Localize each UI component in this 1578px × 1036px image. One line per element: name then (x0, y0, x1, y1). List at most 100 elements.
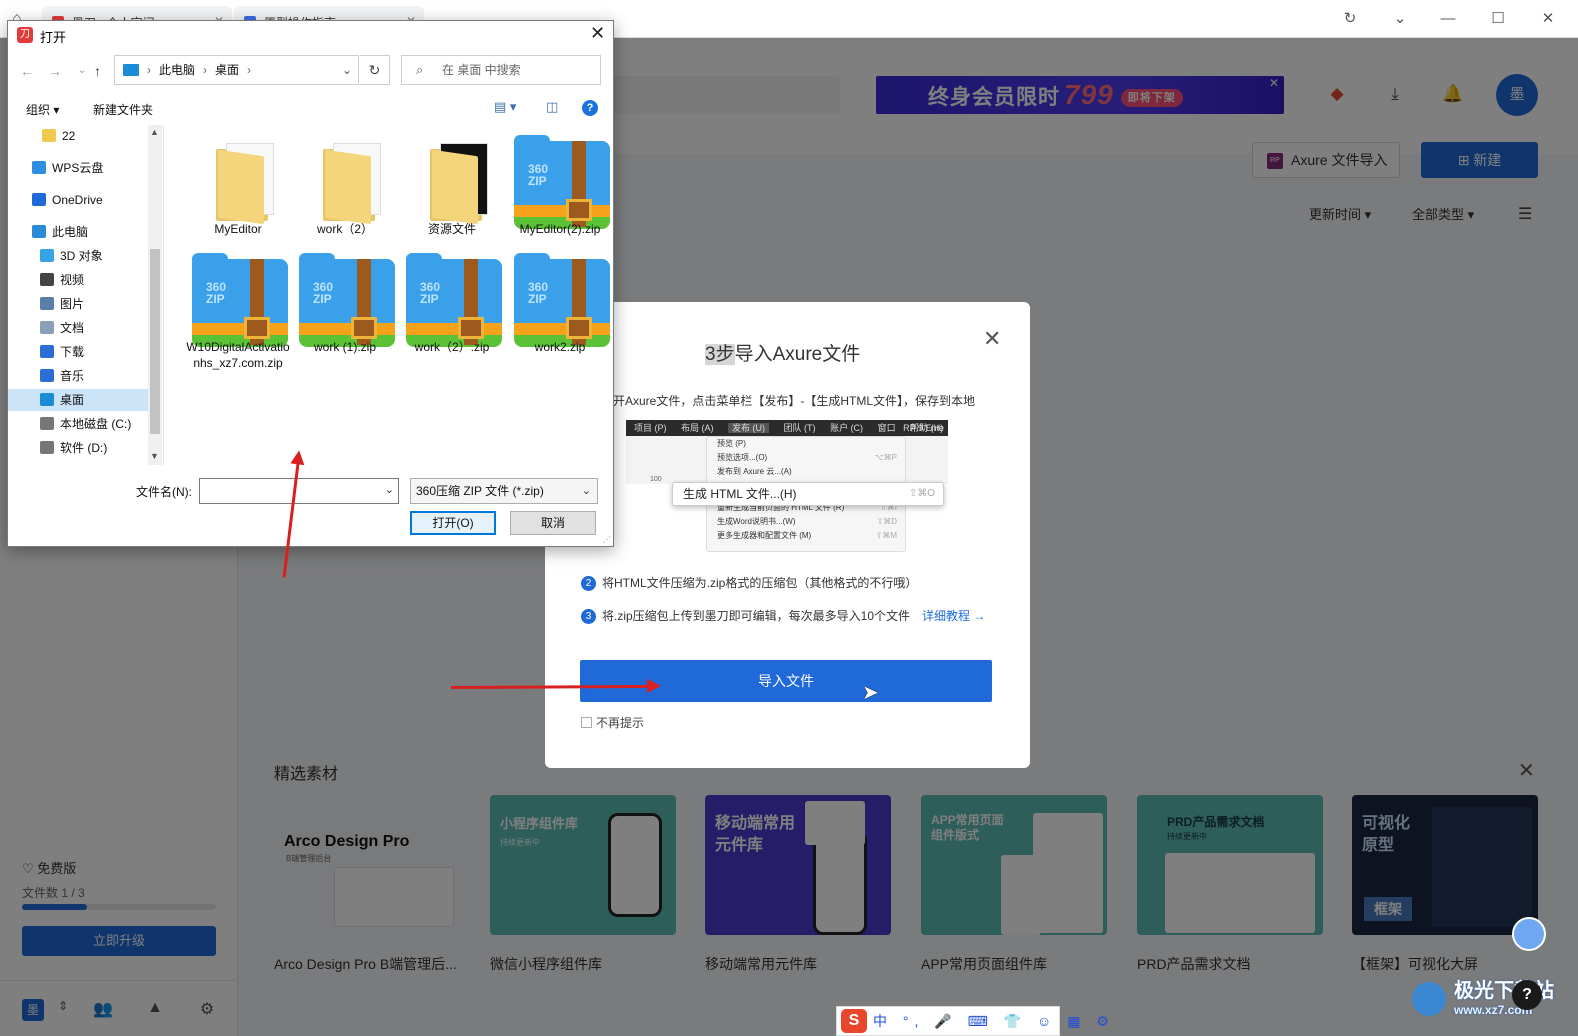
breadcrumb-item[interactable]: 此电脑 (159, 63, 195, 77)
file-name: work (1).zip (313, 340, 376, 354)
cancel-button[interactable]: 取消 (510, 511, 596, 535)
nav-item[interactable]: WPS云盘 (8, 157, 148, 179)
watermark: 极光下载站 www.xz7.com (1416, 974, 1566, 1030)
ime-toolbar[interactable]: S 中 °, 🎤 ⌨ 👕 ☺ ▦ ⚙ (836, 1006, 1109, 1036)
menu-bar-item: 布局 (A) (681, 423, 714, 433)
document-icon (40, 321, 54, 334)
chevron-down-icon[interactable]: ⌄ (385, 483, 394, 496)
menu-item-label: 预览 (P) (717, 439, 746, 448)
axure-import-modal: 3步导入Axure文件 ✕ 开Axure文件，点击菜单栏【发布】-【生成HTML… (545, 302, 1030, 768)
dialog-close-icon[interactable]: ✕ (590, 23, 605, 44)
menu-bar-item: 项目 (P) (634, 423, 667, 433)
scroll-up-icon[interactable]: ▲ (150, 127, 159, 137)
cube-icon (40, 249, 54, 262)
download-icon (40, 345, 54, 358)
cloud-icon (32, 161, 46, 174)
step-3-text: 将.zip压缩包上传到墨刀即可编辑，每次最多导入10个文件 (602, 609, 911, 623)
refresh-icon[interactable]: ↻ (1338, 8, 1362, 30)
dont-show-checkbox[interactable] (581, 717, 592, 728)
window-close-icon[interactable]: ✕ (1536, 8, 1560, 30)
axure-menu-screenshot: 项目 (P) 布局 (A) 发布 (U) 团队 (T) 账户 (C) 窗口 帮助… (626, 420, 948, 552)
step-2-text: 将HTML文件压缩为.zip格式的压缩包（其他格式的不行哦） (602, 576, 918, 590)
modal-close-icon[interactable]: ✕ (983, 326, 1001, 352)
up-arrow-icon[interactable]: ↑ (94, 63, 101, 79)
search-icon: ⌕ (416, 62, 424, 77)
maximize-icon[interactable]: ☐ (1486, 8, 1510, 30)
computer-icon (123, 64, 139, 76)
address-bar[interactable]: › 此电脑 › 桌面 › ⌄ (114, 55, 359, 85)
modal-title-prefix: 3步 (705, 344, 735, 365)
nav-item[interactable]: 本地磁盘 (C:) (8, 413, 148, 435)
folder-item[interactable]: work（2） (291, 131, 399, 249)
zip-badge-line: ZIP (313, 292, 332, 306)
help-icon[interactable]: ? (582, 100, 598, 116)
nav-item-label: 22 (62, 129, 76, 143)
menu-item-shortcut: ⌥⌘P (874, 453, 897, 462)
nav-item[interactable]: 22 (8, 125, 148, 147)
nav-item[interactable]: 图片 (8, 293, 148, 315)
breadcrumb-item[interactable]: 桌面 (215, 63, 239, 77)
ime-status: 中 °, 🎤 ⌨ 👕 ☺ ▦ ⚙ (873, 1013, 1115, 1029)
nav-item-label: 图片 (60, 297, 85, 311)
recent-locations-icon[interactable]: ⌄ (78, 65, 86, 76)
preview-pane-icon[interactable]: ◫ (546, 99, 558, 115)
filename-input[interactable]: ⌄ (199, 478, 399, 504)
refresh-icon[interactable]: ↻ (360, 55, 390, 85)
open-button[interactable]: 打开(O) (410, 511, 496, 535)
dialog-search-input[interactable]: ⌕ 在 桌面 中搜索 (401, 55, 601, 85)
back-arrow-icon[interactable]: ← (20, 63, 34, 79)
file-type-value: 360压缩 ZIP 文件 (*.zip) (416, 484, 544, 498)
zip-badge-line: ZIP (528, 292, 547, 306)
nav-scrollbar[interactable]: ▲ ▼ (148, 125, 162, 465)
file-name: MyEditor(2).zip (519, 222, 601, 236)
step-3: 3 将.zip压缩包上传到墨刀即可编辑，每次最多导入10个文件 详细教程 → (581, 607, 985, 625)
forward-arrow-icon[interactable]: → (48, 63, 62, 79)
nav-item-label: 3D 对象 (60, 249, 103, 263)
nav-item[interactable]: 软件 (D:) (8, 437, 148, 459)
chevron-down-icon[interactable]: ⌄ (1388, 8, 1412, 30)
resize-grip-icon[interactable]: ⋰ (603, 535, 611, 544)
new-folder-button[interactable]: 新建文件夹 (93, 101, 153, 118)
zip-file-item[interactable]: 360 ZIP work (1).zip (291, 249, 399, 367)
nav-item-label: WPS云盘 (52, 161, 104, 175)
nav-item[interactable]: 3D 对象 (8, 245, 148, 267)
nav-item-label: 此电脑 (52, 225, 89, 239)
file-type-select[interactable]: 360压缩 ZIP 文件 (*.zip) ⌄ (410, 478, 598, 504)
chevron-down-icon[interactable]: ⌄ (342, 56, 352, 84)
nav-item[interactable]: 桌面 (8, 389, 148, 411)
zip-file-item[interactable]: 360 ZIP MyEditor(2).zip (506, 131, 614, 249)
folder-item[interactable]: 资源文件 (398, 131, 506, 249)
view-options-icon[interactable]: ▤ ▾ (494, 99, 516, 115)
scroll-thumb[interactable] (150, 249, 160, 434)
zip-file-item[interactable]: 360 ZIP work（2）.zip (398, 249, 506, 367)
breadcrumb-sep: › (147, 63, 151, 77)
nav-item[interactable]: 下载 (8, 341, 148, 363)
dont-show-again[interactable]: 不再提示 (581, 714, 644, 731)
menu-item: 预览 (P) (707, 437, 905, 451)
ruler-number: 100 (650, 476, 662, 483)
minimize-icon[interactable]: — (1436, 8, 1460, 30)
menu-bar: 项目 (P) 布局 (A) 发布 (U) 团队 (T) 账户 (C) 窗口 帮助… (626, 420, 948, 436)
folder-icon (430, 141, 492, 225)
nav-item-label: 文档 (60, 321, 85, 335)
chevron-down-icon: ⌄ (581, 485, 591, 497)
step-2: 2 将HTML文件压缩为.zip格式的压缩包（其他格式的不行哦） (581, 574, 918, 592)
help-question-icon[interactable]: ? (1512, 980, 1542, 1010)
tutorial-link[interactable]: 详细教程 → (922, 609, 985, 623)
nav-item[interactable]: 视频 (8, 269, 148, 291)
zip-file-item[interactable]: 360 ZIP W10DigitalActivationhs_xz7.com.zip (184, 249, 292, 370)
folder-item[interactable]: MyEditor (184, 131, 292, 249)
nav-item[interactable]: 此电脑 (8, 221, 148, 243)
nav-item[interactable]: 音乐 (8, 365, 148, 387)
import-file-button[interactable]: 导入文件 (580, 660, 992, 702)
floating-help-button[interactable] (1512, 917, 1546, 951)
mouse-cursor-icon: ➤ (862, 682, 879, 704)
zip-file-item[interactable]: 360 ZIP work2.zip (506, 249, 614, 367)
file-name: work2.zip (534, 340, 586, 354)
nav-item[interactable]: OneDrive (8, 189, 148, 211)
organize-menu[interactable]: 组织 ▾ (26, 101, 59, 118)
menu-bar-item: 账户 (C) (830, 423, 864, 433)
scroll-down-icon[interactable]: ▼ (150, 451, 159, 461)
file-list: MyEditor work（2） 资源文件 360 ZIP MyEditor(2).zip… (163, 125, 613, 465)
nav-item[interactable]: 文档 (8, 317, 148, 339)
